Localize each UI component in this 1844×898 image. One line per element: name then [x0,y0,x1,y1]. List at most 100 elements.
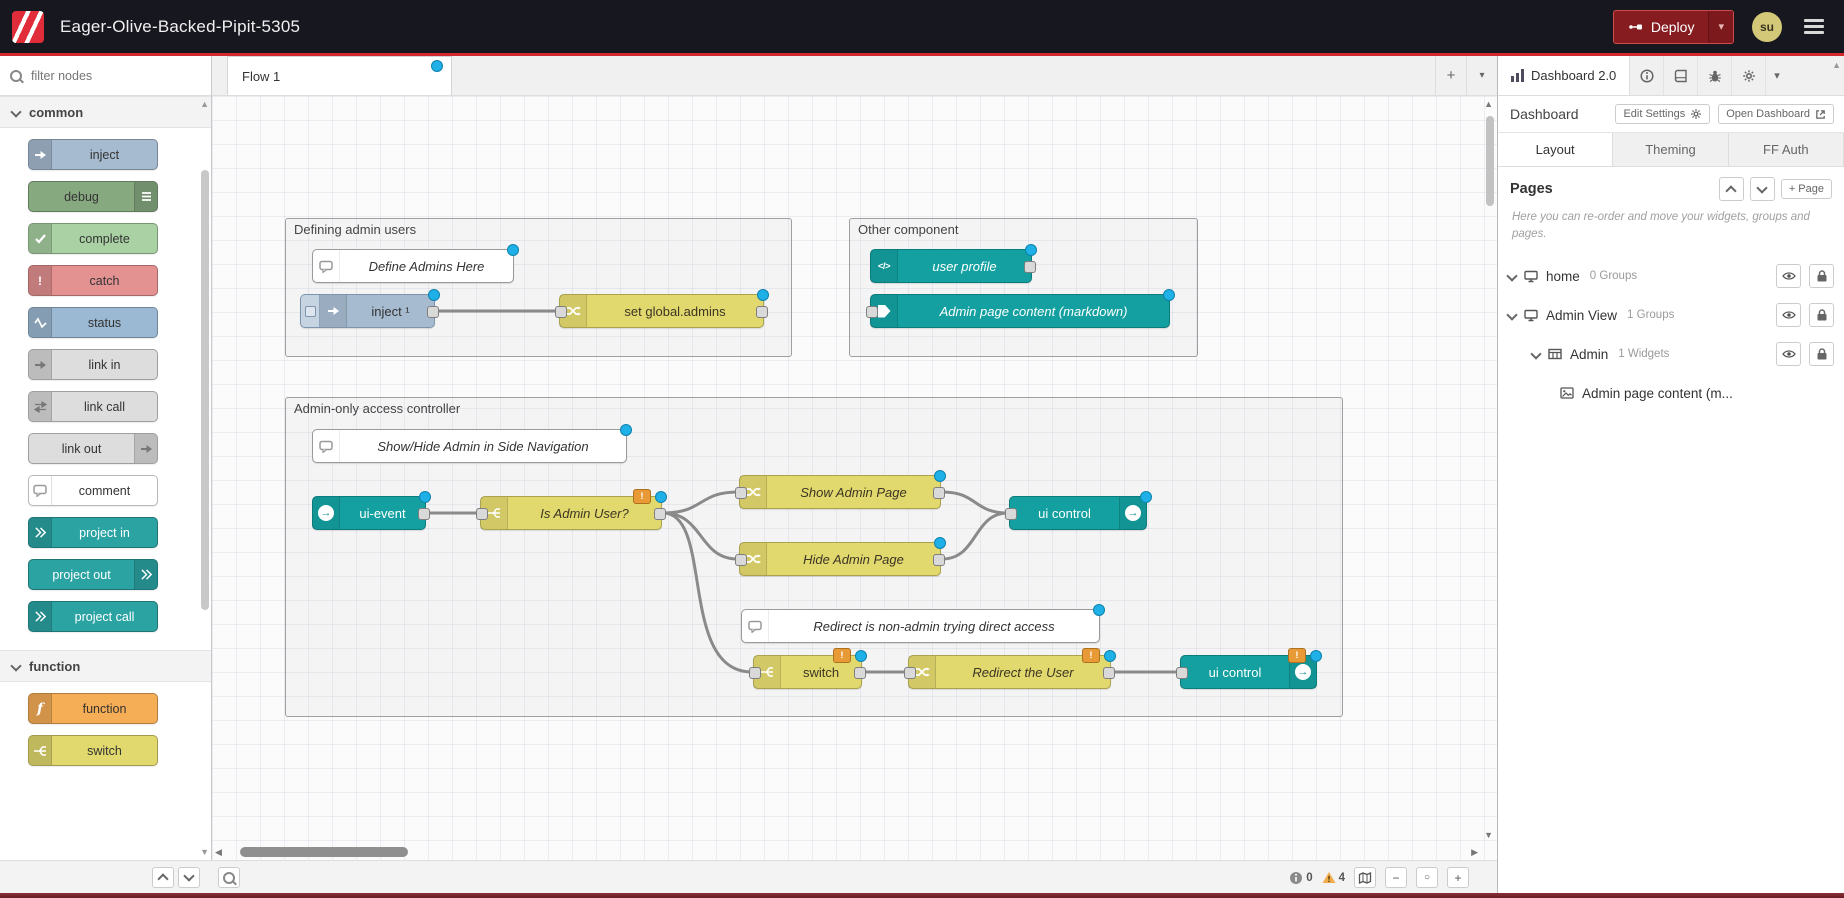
palette-filter-input[interactable] [29,68,173,84]
palette-category-function[interactable]: function [0,650,211,682]
tree-row-admin-page-content[interactable]: Admin page content (m... [1508,378,1834,408]
node-switch[interactable]: switch ! [753,655,862,689]
palette-node-comment[interactable]: comment [28,475,158,506]
node-ui-event[interactable]: → ui-event [312,496,426,530]
port-out[interactable] [854,667,866,679]
tab-help[interactable] [1664,56,1698,95]
expand-all-button[interactable] [1750,177,1775,201]
tree-row-home[interactable]: home 0 Groups [1508,261,1834,291]
port-in[interactable] [476,508,488,520]
palette-node-link-in[interactable]: link in [28,349,158,380]
edit-settings-button[interactable]: Edit Settings [1615,104,1710,124]
tree-row-admin-view[interactable]: Admin View 1 Groups [1508,300,1834,330]
flow-list-button[interactable]: ▾ [1466,56,1497,95]
port-in[interactable] [735,554,747,566]
scroll-down-icon[interactable]: ▼ [200,847,209,857]
group-defining-admin-users[interactable]: Defining admin users [285,218,792,357]
palette-node-project-out[interactable]: project out [28,559,158,590]
port-out[interactable] [427,306,439,318]
node-ui-control-1[interactable]: ui control → [1009,496,1147,530]
palette-node-link-call[interactable]: link call [28,391,158,422]
palette-node-function[interactable]: f function [28,693,158,724]
deploy-button[interactable]: Deploy ▾ [1613,10,1734,44]
port-in[interactable] [735,487,747,499]
port-out[interactable] [933,554,945,566]
chevron-down-icon[interactable] [1530,349,1541,360]
node-comment-show-hide-admin[interactable]: Show/Hide Admin in Side Navigation [312,429,627,463]
inject-trigger-button[interactable] [301,295,320,327]
tab-dashboard-2[interactable]: Dashboard 2.0 [1498,56,1630,95]
chevron-down-icon[interactable] [1506,271,1517,282]
zoom-out-button[interactable]: − [1385,867,1407,888]
port-out[interactable] [1024,261,1036,273]
canvas-horizontal-scrollbar[interactable]: ◀ ▶ [212,845,1481,859]
tab-flow-1[interactable]: Flow 1 [227,56,452,95]
node-ui-markdown-admin-page-content[interactable]: Admin page content (markdown) [870,294,1170,328]
sidebar-more-tabs-button[interactable]: ▾ [1766,56,1788,95]
add-flow-button[interactable]: + [1435,56,1466,95]
search-flows-button[interactable] [218,867,240,888]
palette-node-link-out[interactable]: link out [28,433,158,464]
node-ui-control-2[interactable]: ui control → ! [1180,655,1317,689]
tab-layout[interactable]: Layout [1498,133,1613,166]
lock-button[interactable] [1809,303,1834,327]
node-change-hide-admin-page[interactable]: Hide Admin Page [739,542,941,576]
node-ui-template-user-profile[interactable]: </> user profile [870,249,1032,283]
scroll-up-icon[interactable]: ▲ [1832,60,1841,70]
tab-theming[interactable]: Theming [1613,133,1728,166]
visibility-button[interactable] [1776,303,1801,327]
tab-debug[interactable] [1698,56,1732,95]
zoom-in-button[interactable]: + [1447,867,1469,888]
port-out[interactable] [418,508,430,520]
open-dashboard-button[interactable]: Open Dashboard [1718,104,1834,124]
port-out[interactable] [933,487,945,499]
node-comment-redirect-non-admin[interactable]: Redirect is non-admin trying direct acce… [741,609,1100,643]
node-switch-is-admin-user[interactable]: Is Admin User? ! [480,496,662,530]
warning-count[interactable]: 4 [1322,871,1345,884]
tab-info[interactable] [1630,56,1664,95]
port-out[interactable] [1103,667,1115,679]
collapse-categories-button[interactable] [152,867,174,888]
port-in[interactable] [749,667,761,679]
user-menu-button[interactable]: su [1752,12,1782,42]
canvas-vertical-scrollbar[interactable] [1483,98,1496,842]
palette-node-catch[interactable]: ! catch [28,265,158,296]
node-comment-define-admins[interactable]: Define Admins Here [312,249,514,283]
palette-category-common[interactable]: common [0,96,211,128]
palette-node-switch[interactable]: switch [28,735,158,766]
port-out[interactable] [756,306,768,318]
port-in[interactable] [866,306,878,318]
node-change-show-admin-page[interactable]: Show Admin Page [739,475,941,509]
lock-button[interactable] [1809,264,1834,288]
node-change-redirect-the-user[interactable]: Redirect the User ! [908,655,1111,689]
palette-node-project-call[interactable]: project call [28,601,158,632]
visibility-button[interactable] [1776,342,1801,366]
flow-canvas[interactable]: Defining admin users Other component Adm… [212,96,1497,860]
deploy-options-button[interactable]: ▾ [1708,11,1733,43]
tab-ff-auth[interactable]: FF Auth [1729,133,1844,166]
palette-node-project-in[interactable]: project in [28,517,158,548]
node-inject[interactable]: inject ¹ [300,294,435,328]
add-page-button[interactable]: + Page [1781,179,1832,199]
expand-categories-button[interactable] [178,867,200,888]
scroll-left-icon[interactable]: ◀ [215,848,222,857]
port-in[interactable] [904,667,916,679]
navigator-button[interactable] [1354,867,1376,888]
scroll-up-icon[interactable]: ▲ [200,99,209,109]
visibility-button[interactable] [1776,264,1801,288]
error-count[interactable]: 0 [1289,871,1312,885]
lock-button[interactable] [1809,342,1834,366]
tab-config[interactable] [1732,56,1766,95]
port-in[interactable] [1176,667,1188,679]
port-out[interactable] [654,508,666,520]
port-in[interactable] [1005,508,1017,520]
group-other-component[interactable]: Other component [849,218,1198,357]
palette-node-status[interactable]: status [28,307,158,338]
zoom-reset-button[interactable]: ○ [1416,867,1438,888]
palette-node-complete[interactable]: complete [28,223,158,254]
main-menu-button[interactable] [1800,12,1828,42]
palette-node-inject[interactable]: inject [28,139,158,170]
chevron-down-icon[interactable] [1506,310,1517,321]
collapse-all-button[interactable] [1719,177,1744,201]
port-in[interactable] [555,306,567,318]
